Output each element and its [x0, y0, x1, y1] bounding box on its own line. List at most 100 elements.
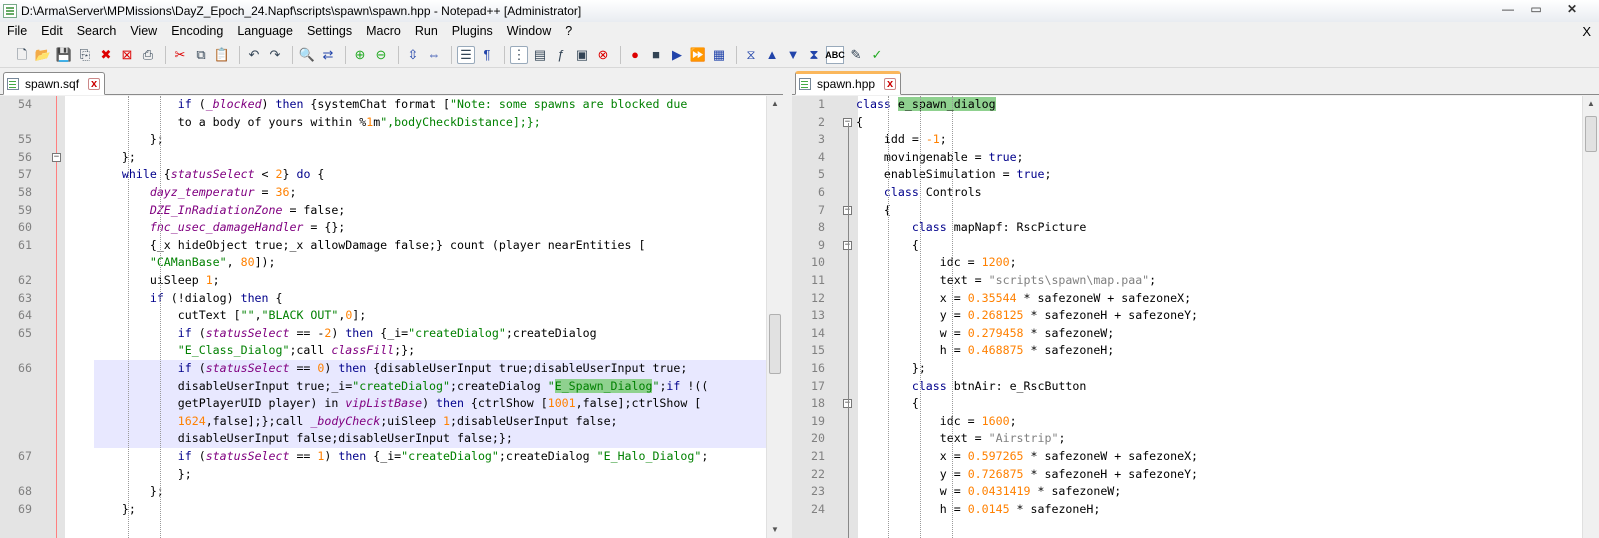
menu-file[interactable]: File: [0, 22, 34, 41]
menu-settings[interactable]: Settings: [300, 22, 359, 41]
close-document-button[interactable]: X: [1582, 22, 1591, 41]
menu-window[interactable]: Window: [500, 22, 558, 41]
code-line[interactable]: 1 class e_spawn_dialog: [792, 96, 1582, 114]
function-list-icon[interactable]: ƒ: [552, 46, 570, 64]
minimize-button[interactable]: —: [1495, 1, 1521, 18]
code-line[interactable]: 24 h = 0.0145 * safezoneH;: [792, 501, 1582, 519]
code-line[interactable]: 58 dayz_temperatur = 36;: [0, 184, 766, 202]
maximize-button[interactable]: ▭: [1523, 1, 1549, 18]
code-line[interactable]: 62 uiSleep 1;: [0, 272, 766, 290]
copy-icon[interactable]: ⧉: [192, 46, 210, 64]
zoom-in-icon[interactable]: ⊕: [351, 46, 369, 64]
code-line[interactable]: 65 if (statusSelect == -2) then {_i="cre…: [0, 325, 766, 343]
tab-close-icon[interactable]: x: [884, 78, 897, 90]
code-line[interactable]: 6 class Controls: [792, 184, 1582, 202]
code-line[interactable]: 9 {: [792, 237, 1582, 255]
zoom-out-icon[interactable]: ⊖: [372, 46, 390, 64]
code-line[interactable]: "E_Class_Dialog";call classFill;};: [0, 342, 766, 360]
code-line[interactable]: 4 movingenable = true;: [792, 149, 1582, 167]
undo-icon[interactable]: ↶: [245, 46, 263, 64]
menu-macro[interactable]: Macro: [359, 22, 408, 41]
close-file-icon[interactable]: ✖: [97, 46, 115, 64]
cut-icon[interactable]: ✂: [171, 46, 189, 64]
paste-icon[interactable]: 📋: [213, 46, 231, 64]
code-line[interactable]: 8 class mapNapf: RscPicture: [792, 219, 1582, 237]
code-line[interactable]: 69 };: [0, 501, 766, 519]
doc-switcher-icon[interactable]: ⊗: [594, 46, 612, 64]
code-line[interactable]: 20 text = "Airstrip";: [792, 430, 1582, 448]
code-line[interactable]: disableUserInput false;disableUserInput …: [0, 430, 766, 448]
document-map-icon[interactable]: ▤: [531, 46, 549, 64]
right-vertical-scrollbar[interactable]: ▲: [1582, 96, 1599, 538]
save-macro-icon[interactable]: ▦: [710, 46, 728, 64]
code-line[interactable]: 59 DZE_InRadiationZone = false;: [0, 202, 766, 220]
code-line[interactable]: 23 w = 0.0431419 * safezoneW;: [792, 483, 1582, 501]
menu-run[interactable]: Run: [408, 22, 445, 41]
code-line[interactable]: 11 text = "scripts\spawn\map.paa";: [792, 272, 1582, 290]
run-macro-multiple-icon[interactable]: ⏩: [689, 46, 707, 64]
view-splitter[interactable]: [783, 68, 792, 538]
record-macro-icon[interactable]: ●: [626, 46, 644, 64]
redo-icon[interactable]: ↷: [266, 46, 284, 64]
code-line[interactable]: 61 {_x hideObject true;_x allowDamage fa…: [0, 237, 766, 255]
menu-language[interactable]: Language: [230, 22, 300, 41]
menu-plugins[interactable]: Plugins: [445, 22, 500, 41]
spell-options-icon[interactable]: ✎: [847, 46, 865, 64]
code-line[interactable]: 21 x = 0.597265 * safezoneW + safezoneX;: [792, 448, 1582, 466]
sync-vertical-icon[interactable]: ⇳: [404, 46, 422, 64]
close-all-icon[interactable]: ⊠: [118, 46, 136, 64]
new-file-icon[interactable]: 🗋: [13, 46, 31, 64]
code-line[interactable]: 3 idd = -1;: [792, 131, 1582, 149]
code-line[interactable]: 56 };: [0, 149, 766, 167]
code-line[interactable]: 15 h = 0.468875 * safezoneH;: [792, 342, 1582, 360]
code-line[interactable]: 22 y = 0.726875 * safezoneH + safezoneY;: [792, 466, 1582, 484]
code-line[interactable]: "CAManBase", 80]);: [0, 254, 766, 272]
replace-icon[interactable]: ⇄: [319, 46, 337, 64]
down-arrow-icon[interactable]: ▼: [784, 46, 802, 64]
code-line[interactable]: 18 {: [792, 395, 1582, 413]
menu-help[interactable]: ?: [558, 22, 579, 41]
code-line[interactable]: 7 {: [792, 202, 1582, 220]
code-line[interactable]: 57 while {statusSelect < 2} do {: [0, 166, 766, 184]
code-line[interactable]: 2{: [792, 114, 1582, 132]
code-line[interactable]: to a body of yours within %1m",bodyCheck…: [0, 114, 766, 132]
close-button[interactable]: ✕: [1551, 1, 1593, 18]
find-icon[interactable]: 🔍: [298, 46, 316, 64]
sync-horizontal-icon[interactable]: ⇔: [425, 46, 443, 64]
indent-guide-icon[interactable]: ⋮: [510, 45, 528, 64]
code-line[interactable]: 17 class btnAir: e_RscButton: [792, 378, 1582, 396]
code-line[interactable]: 63 if (!dialog) then {: [0, 290, 766, 308]
code-line[interactable]: 19 idc = 1600;: [792, 413, 1582, 431]
code-line[interactable]: 5 enableSimulation = true;: [792, 166, 1582, 184]
menu-edit[interactable]: Edit: [34, 22, 70, 41]
spell-next-icon[interactable]: ✓: [868, 46, 886, 64]
up-arrow-icon[interactable]: ▲: [763, 46, 781, 64]
code-line[interactable]: 12 x = 0.35544 * safezoneW + safezoneX;: [792, 290, 1582, 308]
code-line[interactable]: 66 if (statusSelect == 0) then {disableU…: [0, 360, 766, 378]
scroll-thumb[interactable]: [1585, 116, 1597, 152]
open-file-icon[interactable]: 📂: [34, 46, 52, 64]
left-editor[interactable]: 54 if (_blocked) then {systemChat format…: [0, 96, 766, 538]
code-line[interactable]: 16 };: [792, 360, 1582, 378]
tab-spawn-sqf[interactable]: spawn.sqf x: [3, 72, 106, 95]
right-editor[interactable]: 1 class e_spawn_dialog 2{3 idd = -1; 4 movi…: [792, 96, 1582, 538]
spell-check-icon[interactable]: ABC: [825, 45, 845, 64]
code-line[interactable]: 10 idc = 1200;: [792, 254, 1582, 272]
code-line[interactable]: 14 w = 0.279458 * safezoneW;: [792, 325, 1582, 343]
show-all-characters-icon[interactable]: ¶: [478, 46, 496, 64]
code-line[interactable]: 68 };: [0, 483, 766, 501]
code-line[interactable]: disableUserInput true;_i="createDialog";…: [0, 377, 766, 396]
play-macro-icon[interactable]: ▶: [668, 46, 686, 64]
scroll-up-icon[interactable]: ▲: [767, 96, 783, 112]
code-line[interactable]: };: [0, 466, 766, 484]
stop-macro-icon[interactable]: ■: [647, 46, 665, 64]
code-line[interactable]: 54 if (_blocked) then {systemChat format…: [0, 96, 766, 114]
code-line[interactable]: getPlayerUID player) in vipListBase) the…: [0, 395, 766, 413]
save-icon[interactable]: 💾: [55, 46, 73, 64]
tab-close-icon[interactable]: x: [88, 77, 101, 90]
code-line[interactable]: 60 fnc_usec_damageHandler = {};: [0, 219, 766, 237]
scroll-up-icon[interactable]: ▲: [1583, 96, 1599, 112]
code-line[interactable]: 55 };: [0, 131, 766, 149]
word-wrap-icon[interactable]: ☰: [457, 45, 475, 64]
code-line[interactable]: 64 cutText ["","BLACK OUT",0];: [0, 307, 766, 325]
